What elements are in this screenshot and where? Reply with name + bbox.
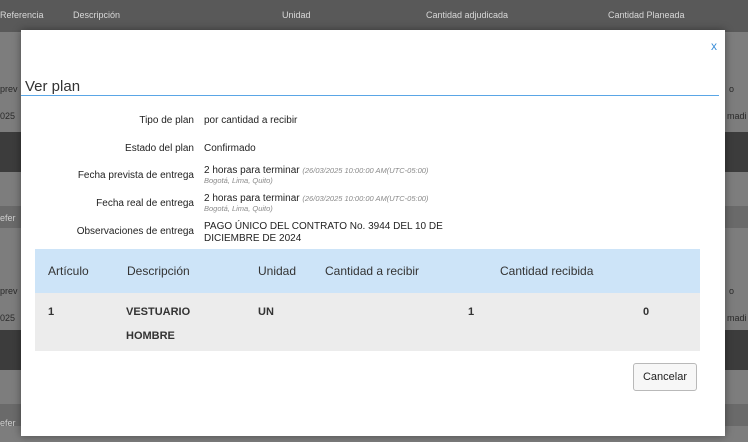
bg-header-referencia: Referencia [0,10,44,20]
bg-side-text: o [729,286,735,296]
field-value-detail: (26/03/2025 10:00:00 AM(UTC-05:00) [302,194,429,203]
field-label: Fecha prevista de entrega [77,170,194,181]
field-value: 2 horas para terminar (26/03/2025 10:00:… [204,193,428,213]
field-value-text: 2 horas para terminar [204,193,300,204]
cell-cantidad-recibida: 0 [643,306,650,318]
field-value: Confirmado [204,143,256,154]
column-header-cantidad-a-recibir: Cantidad a recibir [325,264,420,278]
column-header-unidad: Unidad [258,264,297,278]
bg-side-text: prev [0,84,18,94]
field-label: Observaciones de entrega [76,226,194,237]
bg-side-text: 025 [0,111,16,121]
table-header: Artículo Descripción Unidad Cantidad a r… [35,249,700,293]
bg-side-text: efer [0,418,16,428]
cancel-button[interactable]: Cancelar [633,363,697,391]
title-divider [21,95,719,96]
cell-cantidad-a-recibir: 1 [468,306,475,318]
modal-title: Ver plan [25,78,81,95]
close-icon[interactable]: x [711,39,717,53]
bg-side-text: 025 [0,313,16,323]
field-value-detail: (26/03/2025 10:00:00 AM(UTC-05:00) [302,166,429,175]
column-header-descripcion: Descripción [127,264,190,278]
field-value: por cantidad a recibir [204,115,298,126]
bg-side-text: o [729,84,735,94]
bg-header-cantidad-adjudicada: Cantidad adjudicada [426,10,509,20]
field-label: Estado del plan [125,143,194,154]
bg-header-descripcion: Descripción [73,10,121,20]
field-value-text: 2 horas para terminar [204,165,300,176]
bg-side-text: madi [727,313,747,323]
column-header-cantidad-recibida: Cantidad recibida [500,264,594,278]
background-table-header: Referencia Descripción Unidad Cantidad a… [0,0,748,32]
field-value: 2 horas para terminar (26/03/2025 10:00:… [204,165,428,185]
column-header-articulo: Artículo [48,264,89,278]
bg-side-text: efer [0,213,16,223]
bg-header-cantidad-planeada: Cantidad Planeada [608,10,685,20]
field-label: Tipo de plan [139,115,194,126]
cell-articulo: 1 [48,306,55,318]
table-row: 1 VESTUARIO HOMBRE UN 1 0 [35,293,700,351]
bg-header-unidad: Unidad [282,10,311,20]
bg-side-text: prev [0,286,18,296]
bg-side-text: madi [727,111,747,121]
field-label: Fecha real de entrega [96,198,194,209]
plan-modal: x Ver plan Tipo de plan por cantidad a r… [21,30,725,436]
cell-descripcion: VESTUARIO [126,306,191,318]
cell-descripcion-line-2: HOMBRE [126,330,175,342]
field-value-detail-2: Bogotá, Lima, Quito) [204,204,273,213]
field-value-detail-2: Bogotá, Lima, Quito) [204,176,273,185]
cell-unidad: UN [258,306,274,318]
field-value: PAGO ÚNICO DEL CONTRATO No. 3944 DEL 10 … [204,221,443,244]
